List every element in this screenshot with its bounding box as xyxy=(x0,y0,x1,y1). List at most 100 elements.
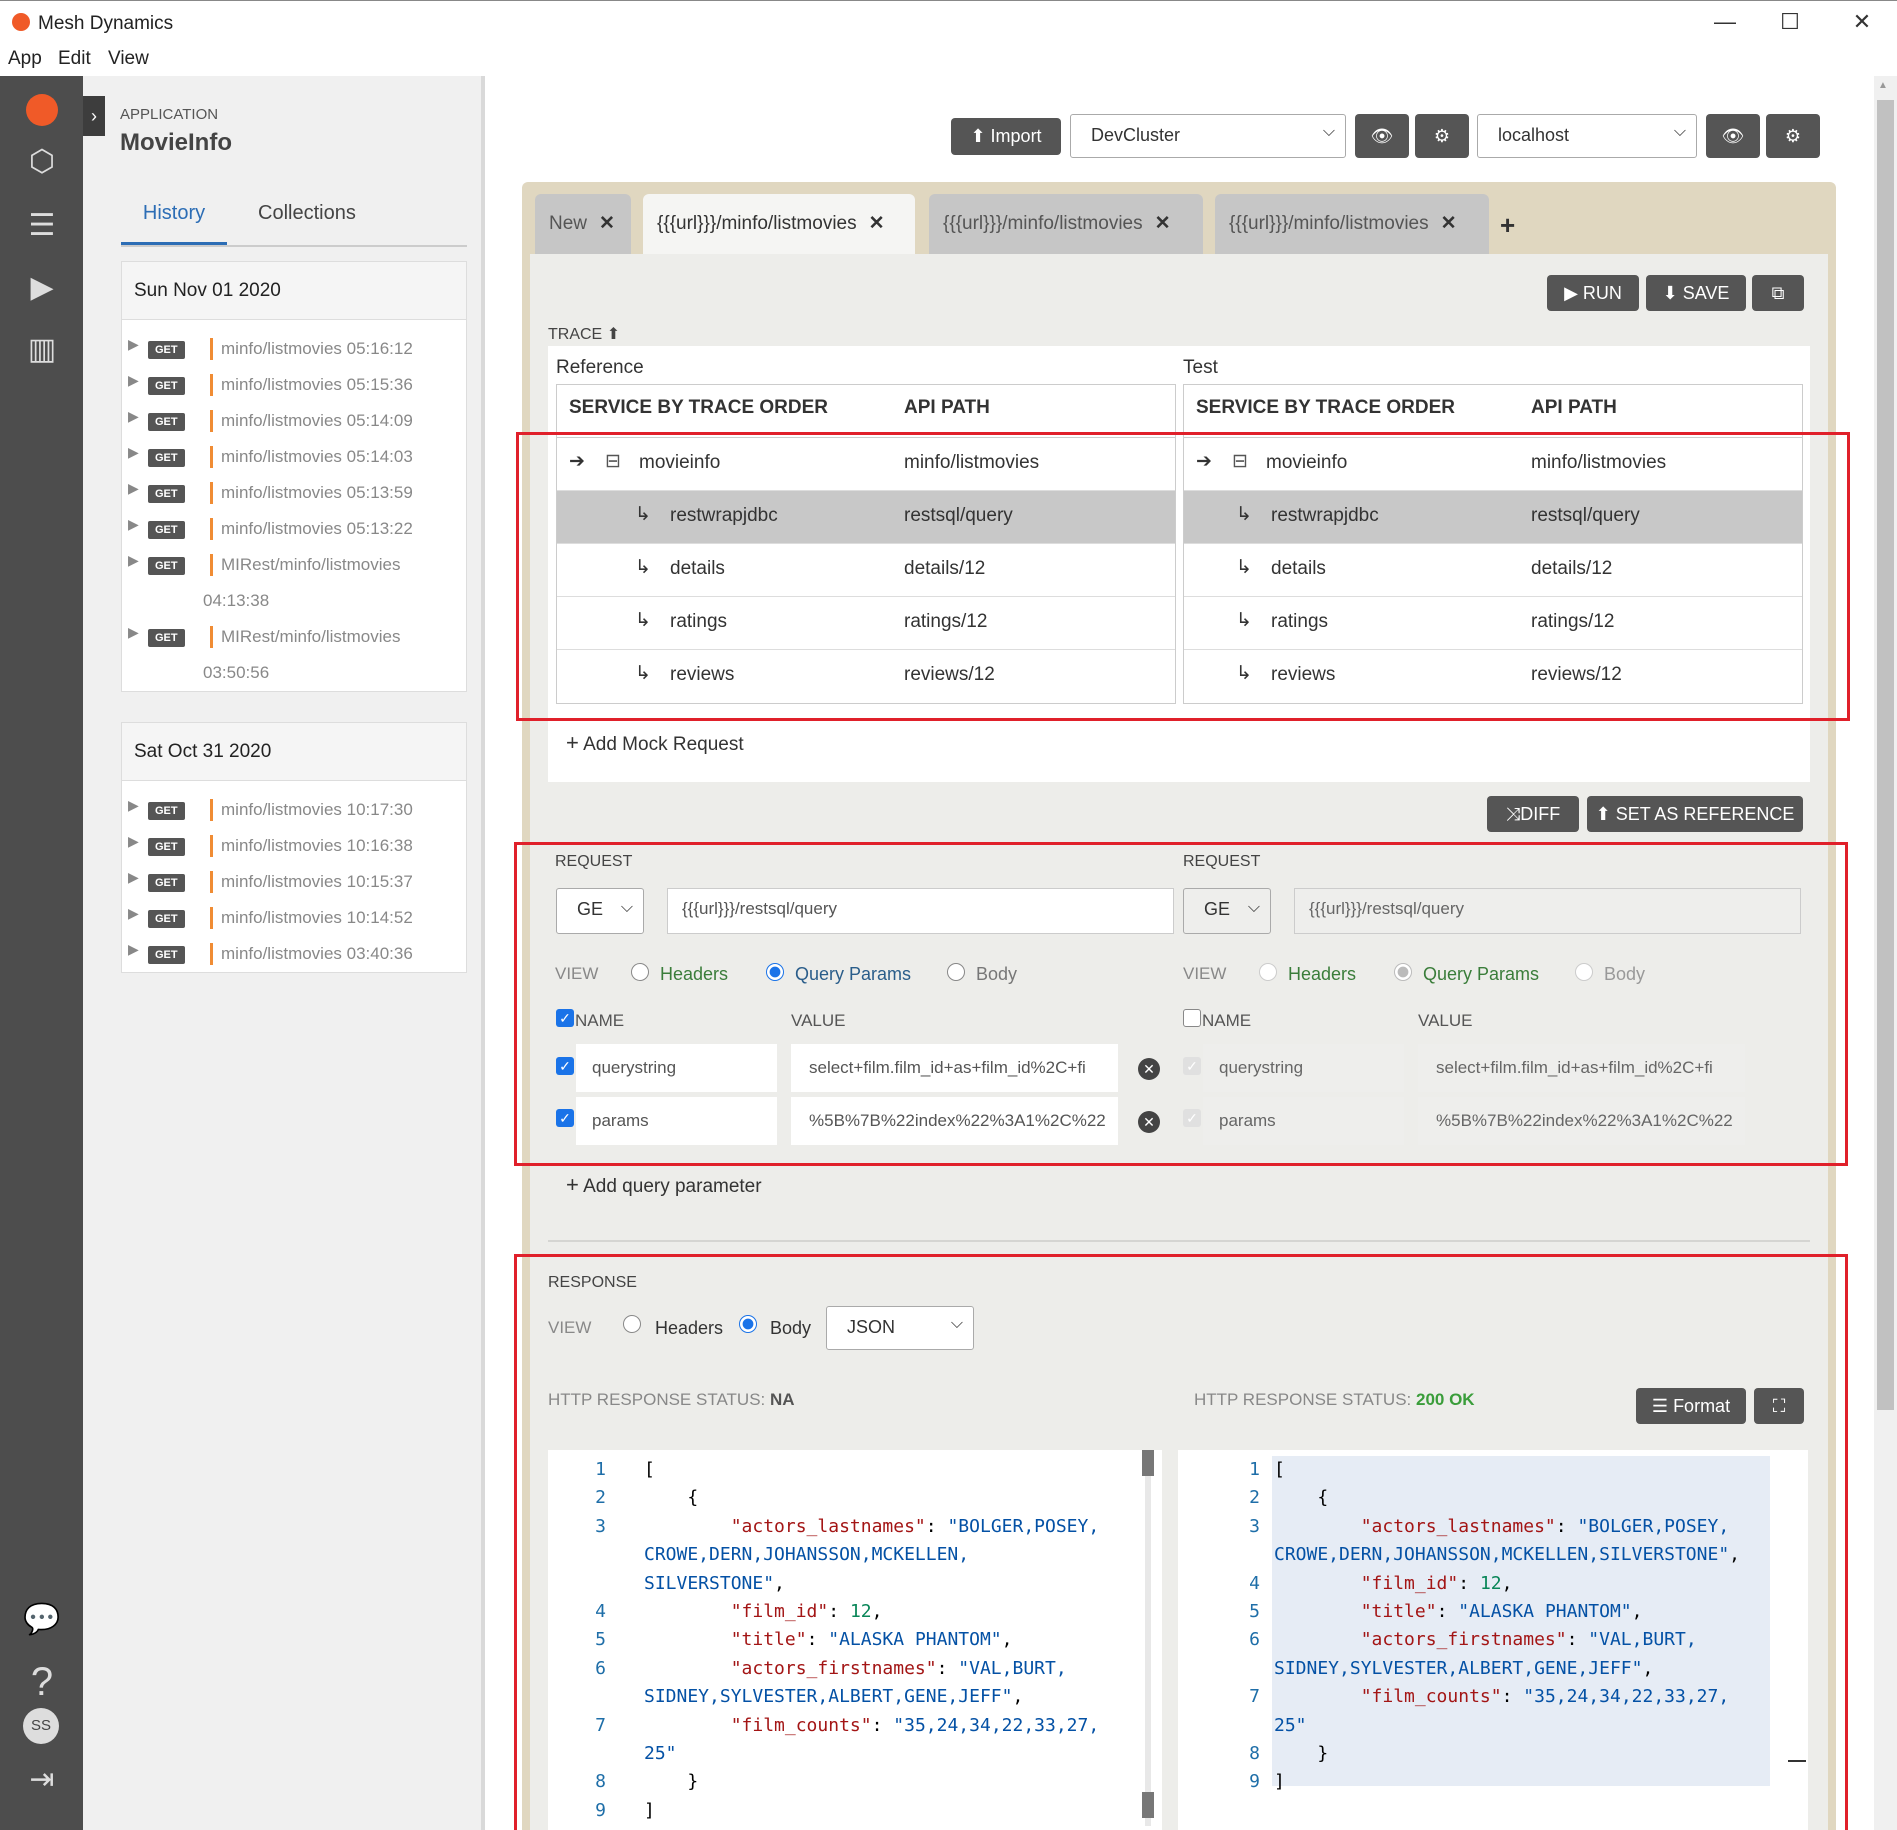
expand-triangle-icon[interactable]: ▶ xyxy=(128,905,139,922)
param-name-input[interactable]: params xyxy=(576,1097,777,1145)
expand-triangle-icon[interactable]: ▶ xyxy=(128,372,139,389)
param-checkbox[interactable]: ✓ xyxy=(556,1109,574,1127)
history-item[interactable]: ▶ GET minfo/listmovies 05:15:36 xyxy=(122,372,466,408)
help-icon[interactable]: ? xyxy=(20,1662,64,1702)
import-button[interactable]: ⬆ Import xyxy=(951,118,1061,155)
param-checkbox[interactable]: ✓ xyxy=(556,1057,574,1075)
radio-query-params[interactable] xyxy=(766,963,784,981)
add-tab-icon[interactable]: + xyxy=(1500,210,1515,241)
diff-button[interactable]: ⤨DIFF xyxy=(1487,796,1579,832)
editor-scrollbar-thumb[interactable] xyxy=(1142,1792,1154,1818)
menu-app[interactable]: App xyxy=(8,48,42,70)
trace-label[interactable]: TRACE ⬆ xyxy=(548,324,620,344)
collapse-panel-toggle[interactable]: › xyxy=(83,96,105,136)
history-item[interactable]: ▶ GET MIRest/minfo/listmovies 04:13:38 xyxy=(122,552,466,624)
history-item[interactable]: ▶ GET minfo/listmovies 05:14:03 xyxy=(122,444,466,480)
response-editor-reference[interactable]: 123456789 [ { "actors_lastnames": "BOLGE… xyxy=(548,1450,1162,1830)
select-all-checkbox[interactable]: ✓ xyxy=(556,1009,574,1027)
query-params-option-label[interactable]: Query Params xyxy=(795,964,911,985)
menu-view[interactable]: View xyxy=(108,48,149,70)
radio-response-headers[interactable] xyxy=(623,1315,641,1333)
expand-triangle-icon[interactable]: ▶ xyxy=(128,552,139,569)
param-name-input[interactable]: querystring xyxy=(576,1044,777,1092)
url-input[interactable]: {{{url}}}/restsql/query xyxy=(667,888,1174,934)
close-icon[interactable]: ✕ xyxy=(599,213,615,234)
menu-edit[interactable]: Edit xyxy=(58,48,91,70)
radio-headers[interactable] xyxy=(631,963,649,981)
expand-triangle-icon[interactable]: ▶ xyxy=(128,624,139,641)
expand-triangle-icon[interactable]: ▶ xyxy=(128,444,139,461)
history-item[interactable]: ▶ GET minfo/listmovies 05:13:22 xyxy=(122,516,466,552)
view-env-button[interactable]: 👁 xyxy=(1355,114,1409,158)
editor-scrollbar-thumb[interactable] xyxy=(1142,1450,1154,1476)
close-icon[interactable]: ✕ xyxy=(1155,213,1171,234)
add-query-param-button[interactable]: + Add query parameter xyxy=(566,1172,762,1198)
host-select[interactable]: localhost ⌵ xyxy=(1477,114,1697,158)
history-item[interactable]: ▶ GET minfo/listmovies 05:16:12 xyxy=(122,336,466,372)
history-item[interactable]: ▶ GET MIRest/minfo/listmovies 03:50:56 xyxy=(122,624,466,690)
editor-scrollbar[interactable] xyxy=(1145,1454,1151,1826)
brand-logo-icon[interactable] xyxy=(20,90,64,130)
logout-icon[interactable]: ⇥ xyxy=(20,1760,64,1800)
fullscreen-button[interactable]: ⛶ xyxy=(1754,1388,1804,1424)
history-item[interactable]: ▶ GET minfo/listmovies 10:16:38 xyxy=(122,833,466,869)
host-settings-button[interactable]: ⚙ xyxy=(1766,114,1820,158)
remove-param-icon[interactable]: ✕ xyxy=(1138,1111,1160,1133)
history-item[interactable]: ▶ GET minfo/listmovies 10:17:30 xyxy=(122,797,466,833)
response-format-select[interactable]: JSON ⌵ xyxy=(826,1306,974,1350)
tab-collections[interactable]: Collections xyxy=(258,202,356,225)
environment-select[interactable]: DevCluster ⌵ xyxy=(1070,114,1346,158)
expand-triangle-icon[interactable]: ▶ xyxy=(128,336,139,353)
expand-triangle-icon[interactable]: ▶ xyxy=(128,516,139,533)
expand-triangle-icon[interactable]: ▶ xyxy=(128,480,139,497)
method-select[interactable]: GE ⌵ xyxy=(556,888,644,934)
expand-triangle-icon[interactable]: ▶ xyxy=(128,408,139,425)
response-body-label[interactable]: Body xyxy=(770,1318,811,1339)
history-item[interactable]: ▶ GET minfo/listmovies 05:13:59 xyxy=(122,480,466,516)
param-value-input[interactable]: %5B%7B%22index%22%3A1%2C%22 xyxy=(791,1097,1118,1145)
tab-request[interactable]: {{{url}}}/minfo/listmovies ✕ xyxy=(929,194,1203,256)
history-item[interactable]: ▶ GET minfo/listmovies 03:40:36 xyxy=(122,941,466,977)
collapse-up-icon[interactable]: ⬆ xyxy=(607,326,620,343)
response-headers-label[interactable]: Headers xyxy=(655,1318,723,1339)
main-scrollbar[interactable]: ▲ xyxy=(1874,76,1897,1830)
run-button[interactable]: ▶ RUN xyxy=(1547,275,1639,311)
maximize-button[interactable]: ☐ xyxy=(1770,9,1810,35)
tab-request[interactable]: {{{url}}}/minfo/listmovies ✕ xyxy=(1215,194,1489,256)
tab-request-active[interactable]: {{{url}}}/minfo/listmovies ✕ xyxy=(643,194,915,256)
expand-triangle-icon[interactable]: ▶ xyxy=(128,869,139,886)
param-value-input[interactable]: select+film.film_id+as+film_id%2C+fi xyxy=(791,1044,1118,1092)
remove-param-icon[interactable]: ✕ xyxy=(1138,1058,1160,1080)
expand-triangle-icon[interactable]: ▶ xyxy=(128,797,139,814)
bar-chart-icon[interactable]: ▥ xyxy=(20,330,64,370)
headers-option-label[interactable]: Headers xyxy=(660,964,728,985)
history-item[interactable]: ▶ GET minfo/listmovies 10:15:37 xyxy=(122,869,466,905)
minimize-button[interactable]: — xyxy=(1705,9,1745,35)
scrollbar-thumb[interactable] xyxy=(1877,100,1894,1410)
services-cube-icon[interactable]: ⬡ xyxy=(20,142,64,182)
save-button[interactable]: ⬇ SAVE xyxy=(1646,275,1746,311)
radio-response-body[interactable] xyxy=(739,1315,757,1333)
close-icon[interactable]: ✕ xyxy=(1441,213,1457,234)
history-item[interactable]: ▶ GET minfo/listmovies 05:14:09 xyxy=(122,408,466,444)
close-icon[interactable]: ✕ xyxy=(869,213,885,234)
history-item[interactable]: ▶ GET minfo/listmovies 10:14:52 xyxy=(122,905,466,941)
close-window-button[interactable]: ✕ xyxy=(1842,9,1882,35)
user-avatar[interactable]: SS xyxy=(23,1708,59,1744)
tab-new[interactable]: New ✕ xyxy=(535,194,631,256)
expand-triangle-icon[interactable]: ▶ xyxy=(128,833,139,850)
set-as-reference-button[interactable]: ⬆ SET AS REFERENCE xyxy=(1587,796,1803,832)
add-mock-request-button[interactable]: + Add Mock Request xyxy=(566,730,744,756)
env-settings-button[interactable]: ⚙ xyxy=(1415,114,1469,158)
expand-triangle-icon[interactable]: ▶ xyxy=(128,941,139,958)
format-button[interactable]: ☰ Format xyxy=(1636,1388,1746,1424)
tab-history[interactable]: History xyxy=(121,198,227,245)
play-icon[interactable]: ▶ xyxy=(20,268,64,308)
radio-body[interactable] xyxy=(947,963,965,981)
list-icon[interactable]: ☰ xyxy=(20,206,64,246)
body-option-label[interactable]: Body xyxy=(976,964,1017,985)
chat-icon[interactable]: 💬 xyxy=(20,1600,64,1640)
duplicate-button[interactable]: ⧉ xyxy=(1752,275,1804,311)
response-editor-test[interactable]: 123456789 [ { "actors_lastnames": "BOLGE… xyxy=(1178,1450,1808,1830)
view-host-button[interactable]: 👁 xyxy=(1706,114,1760,158)
